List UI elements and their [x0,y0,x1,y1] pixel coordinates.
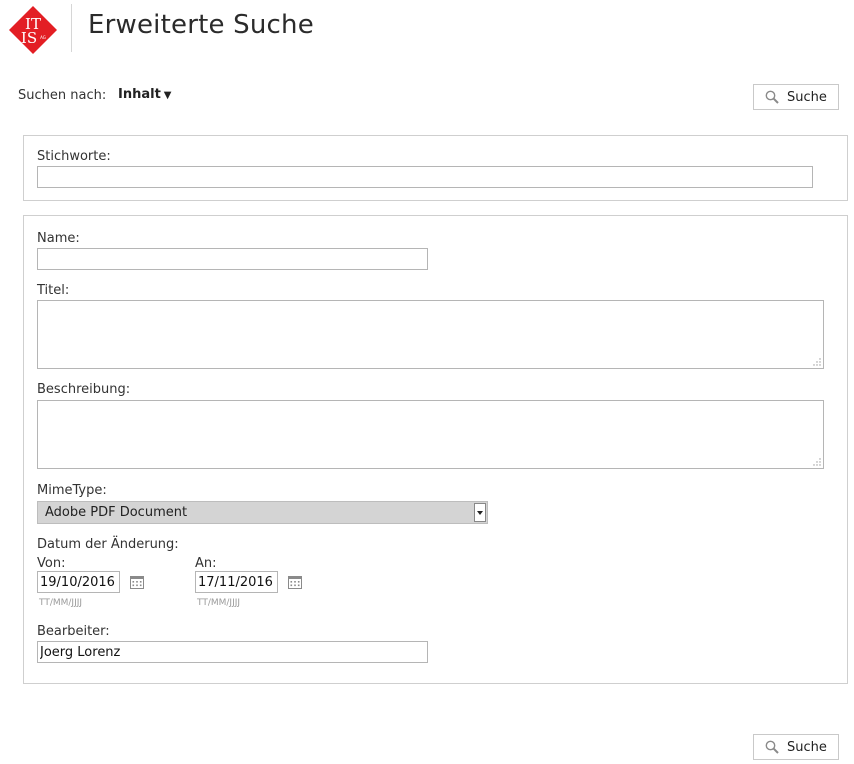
title-label: Titel: [37,283,70,298]
date-changed-label: Datum der Änderung: [37,537,179,552]
title-textarea[interactable] [37,300,824,369]
editor-label: Bearbeiter: [37,624,110,639]
header-divider [71,4,72,52]
mimetype-select[interactable]: Adobe PDF Document [37,501,488,524]
magnifier-icon [765,740,779,754]
from-date-input[interactable] [37,571,120,593]
editor-input[interactable] [37,641,428,663]
calendar-icon[interactable] [130,575,144,589]
description-textarea[interactable] [37,400,824,469]
from-label: Von: [37,556,66,571]
keywords-input[interactable] [37,166,813,188]
company-logo: IT IS AG [9,6,57,54]
resize-grip-icon[interactable] [813,458,821,466]
to-date-input[interactable] [195,571,278,593]
to-label: An: [195,556,217,571]
from-date-format-hint: TT/MM/JJJJ [39,598,83,608]
to-date-format-hint: TT/MM/JJJJ [197,598,241,608]
search-button-label: Suche [787,89,827,105]
search-by-label: Suchen nach: [18,88,107,103]
name-input[interactable] [37,248,428,270]
name-label: Name: [37,231,80,246]
mimetype-value: Adobe PDF Document [45,505,188,520]
keywords-panel: Stichworte: [23,135,848,201]
description-label: Beschreibung: [37,382,131,397]
resize-grip-icon[interactable] [813,358,821,366]
search-button-label: Suche [787,739,827,755]
search-by-dropdown[interactable]: Inhalt ▼ [118,87,172,102]
search-by-value: Inhalt [118,87,161,102]
caret-down-icon [474,503,486,522]
metadata-panel: Name: Titel: Beschreibung: MimeType: Ado… [23,215,848,684]
calendar-icon[interactable] [288,575,302,589]
svg-text:AG: AG [40,35,46,40]
search-button-bottom[interactable]: Suche [753,734,839,760]
page-title: Erweiterte Suche [88,10,314,40]
magnifier-icon [765,90,779,104]
mimetype-label: MimeType: [37,483,107,498]
caret-down-icon: ▼ [163,90,172,101]
keywords-label: Stichworte: [37,149,111,164]
search-button-top[interactable]: Suche [753,84,839,110]
svg-text:IS: IS [21,29,37,47]
